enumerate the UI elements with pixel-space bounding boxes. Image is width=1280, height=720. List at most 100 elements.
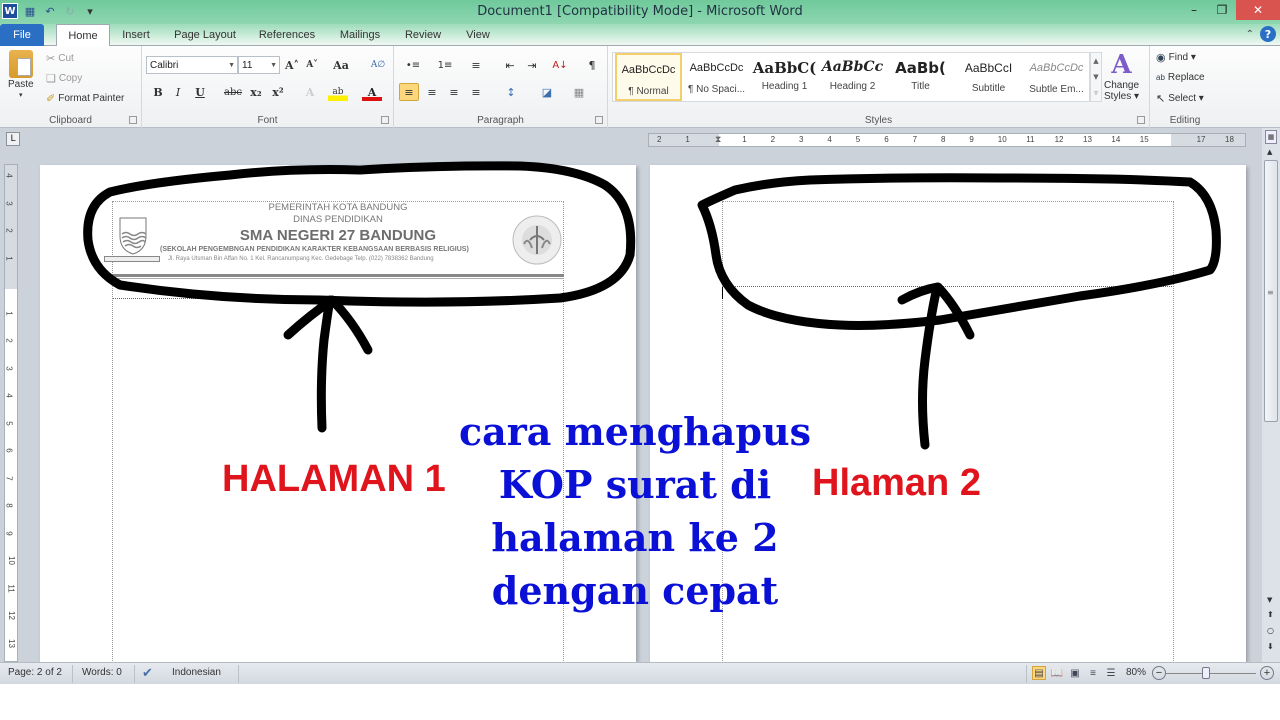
increase-indent-button[interactable]: ⇥	[522, 56, 542, 74]
style-title[interactable]: AaBb(Title	[887, 53, 954, 101]
letterhead-header[interactable]: PEMERINTAH KOTA BANDUNG DINAS PENDIDIKAN…	[104, 200, 564, 280]
view-ruler-icon[interactable]: ▦	[1265, 130, 1277, 144]
tab-review[interactable]: Review	[396, 24, 450, 46]
copy-icon: ❏	[46, 73, 56, 85]
web-layout-view-icon[interactable]: ▣	[1068, 666, 1082, 680]
cut-button[interactable]: ✂ Cut	[46, 52, 74, 65]
tab-mailings[interactable]: Mailings	[330, 24, 390, 46]
change-case-button[interactable]: Aa	[328, 56, 354, 74]
clipboard-launcher-icon[interactable]	[129, 116, 137, 124]
help-icon[interactable]: ?	[1260, 26, 1276, 42]
zoom-slider-track[interactable]	[1166, 673, 1256, 674]
style-gallery-scroll[interactable]: ▲ ▼ ▿	[1090, 52, 1102, 102]
restore-button[interactable]: ❐	[1208, 0, 1236, 20]
paste-icon	[8, 50, 33, 78]
language-status[interactable]: Indonesian	[172, 667, 221, 678]
superscript-button[interactable]: x²	[268, 83, 288, 101]
decrease-indent-button[interactable]: ⇤	[500, 56, 520, 74]
copy-button[interactable]: ❏ Copy	[46, 72, 82, 85]
numbering-button[interactable]: 1≡	[432, 56, 458, 74]
minimize-button[interactable]: –	[1180, 0, 1208, 20]
shrink-font-button[interactable]: A˅	[302, 56, 322, 74]
shading-button[interactable]: ◪	[534, 83, 560, 101]
page-2-label: Hlaman 2	[812, 462, 981, 504]
chevron-up-icon[interactable]: ▲	[1093, 57, 1098, 65]
outline-view-icon[interactable]: ≡	[1086, 666, 1100, 680]
ruler-tick-label: 6	[884, 135, 889, 144]
scroll-down-arrow[interactable]: ▼	[1267, 596, 1272, 604]
style-subtitle[interactable]: AaBbCcI Subtitle	[955, 53, 1022, 101]
paste-button[interactable]: Paste ▾	[8, 50, 34, 99]
sort-button[interactable]: A↓	[550, 56, 570, 74]
paragraph-launcher-icon[interactable]	[595, 116, 603, 124]
tab-references[interactable]: References	[252, 24, 322, 46]
grow-font-button[interactable]: A˄	[282, 56, 302, 74]
scroll-up-arrow[interactable]: ▲	[1267, 148, 1272, 156]
tab-file[interactable]: File	[0, 24, 44, 46]
zoom-slider-thumb[interactable]	[1202, 667, 1210, 679]
align-left-button[interactable]: ≡	[399, 83, 419, 101]
tab-page-layout[interactable]: Page Layout	[166, 24, 244, 46]
text-effects-button[interactable]: A	[300, 83, 320, 101]
tab-insert[interactable]: Insert	[112, 24, 160, 46]
draft-view-icon[interactable]: ☰	[1104, 666, 1118, 680]
zoom-level[interactable]: 80%	[1126, 667, 1146, 678]
page-count-status[interactable]: Page: 2 of 2	[8, 667, 62, 678]
select-button[interactable]: ↖ Select ▾	[1156, 92, 1204, 105]
minimize-ribbon-icon[interactable]: ⌃	[1246, 29, 1254, 40]
chevron-down-icon[interactable]: ▼	[1093, 73, 1098, 81]
zoom-out-button[interactable]: −	[1152, 666, 1166, 680]
print-layout-view-icon[interactable]: ▤	[1032, 666, 1046, 680]
underline-button[interactable]: U	[190, 83, 210, 101]
clear-formatting-button[interactable]: A∅	[368, 56, 388, 74]
italic-button[interactable]: I	[168, 83, 188, 101]
paste-dropdown-icon[interactable]: ▾	[19, 91, 23, 99]
font-color-button[interactable]: A	[362, 83, 382, 101]
subscript-button[interactable]: x₂	[246, 83, 266, 101]
find-button[interactable]: ◉ Find ▾	[1156, 51, 1196, 64]
vertical-scrollbar[interactable]: ▦ ▲ ≡ ▼ ⬆ ○ ⬇	[1262, 128, 1280, 662]
word-count-status[interactable]: Words: 0	[82, 667, 122, 678]
change-styles-button[interactable]: A Change Styles ▾	[1104, 50, 1139, 102]
ruler-tick-label: 3	[799, 135, 804, 144]
zoom-in-button[interactable]: +	[1260, 666, 1274, 680]
highlight-button[interactable]: ab	[328, 83, 348, 101]
next-page-icon[interactable]: ⬇	[1267, 642, 1274, 651]
ribbon-home: Paste ▾ ✂ Cut ❏ Copy ✐ Format Painter Clipb…	[0, 46, 1280, 128]
line-spacing-button[interactable]: ↕	[498, 83, 524, 101]
style-normal[interactable]: AaBbCcDc ¶ Normal	[615, 53, 682, 101]
proofing-icon[interactable]: ✔	[142, 665, 153, 681]
ruler-top-margin	[5, 165, 17, 289]
full-screen-reading-view-icon[interactable]: 📖	[1050, 666, 1064, 680]
indent-marker-icon[interactable]: ⧗	[715, 134, 721, 145]
more-styles-icon[interactable]: ▿	[1094, 89, 1098, 97]
style-subtle-emphasis[interactable]: AaBbCcDc Subtle Em...	[1023, 53, 1090, 101]
justify-button[interactable]: ≡	[466, 83, 486, 101]
font-name-combo[interactable]: Calibri ▼	[146, 56, 238, 74]
center-button[interactable]: ≡	[422, 83, 442, 101]
tab-view[interactable]: View	[456, 24, 500, 46]
styles-launcher-icon[interactable]	[1137, 116, 1145, 124]
bold-button[interactable]: B	[148, 83, 168, 101]
strikethrough-button[interactable]: abc	[222, 83, 244, 101]
close-button[interactable]: ✕	[1236, 0, 1280, 20]
horizontal-ruler[interactable]: 2 1 1 2 3 4 5 6 7 8 9 10 11 12 13 14 15 17 18 ⧗	[648, 133, 1246, 147]
select-browse-object-icon[interactable]: ○	[1267, 626, 1274, 635]
format-painter-button[interactable]: ✐ Format Painter	[46, 92, 124, 105]
multilevel-list-button[interactable]: ≡	[464, 56, 488, 74]
borders-button[interactable]: ▦	[566, 83, 592, 101]
style-no-spacing[interactable]: AaBbCcDc ¶ No Spaci...	[683, 53, 750, 101]
vertical-ruler[interactable]: 4 3 2 1 1 2 3 4 5 6 7 8 9 10 11 12 13	[4, 164, 18, 662]
tab-selector[interactable]: L	[6, 132, 20, 146]
ruler-tick-label: 2	[770, 135, 776, 144]
show-marks-button[interactable]: ¶	[582, 56, 602, 74]
align-right-button[interactable]: ≡	[444, 83, 464, 101]
replace-button[interactable]: ab Replace	[1156, 72, 1205, 83]
style-heading-2[interactable]: AaBbCc Heading 2	[819, 53, 886, 101]
font-launcher-icon[interactable]	[381, 116, 389, 124]
bullets-button[interactable]: •≡	[400, 56, 426, 74]
font-size-combo[interactable]: 11 ▼	[238, 56, 280, 74]
previous-page-icon[interactable]: ⬆	[1267, 610, 1274, 619]
style-heading-1[interactable]: AaBbC(Heading 1	[751, 53, 818, 101]
tab-home[interactable]: Home	[56, 24, 110, 47]
